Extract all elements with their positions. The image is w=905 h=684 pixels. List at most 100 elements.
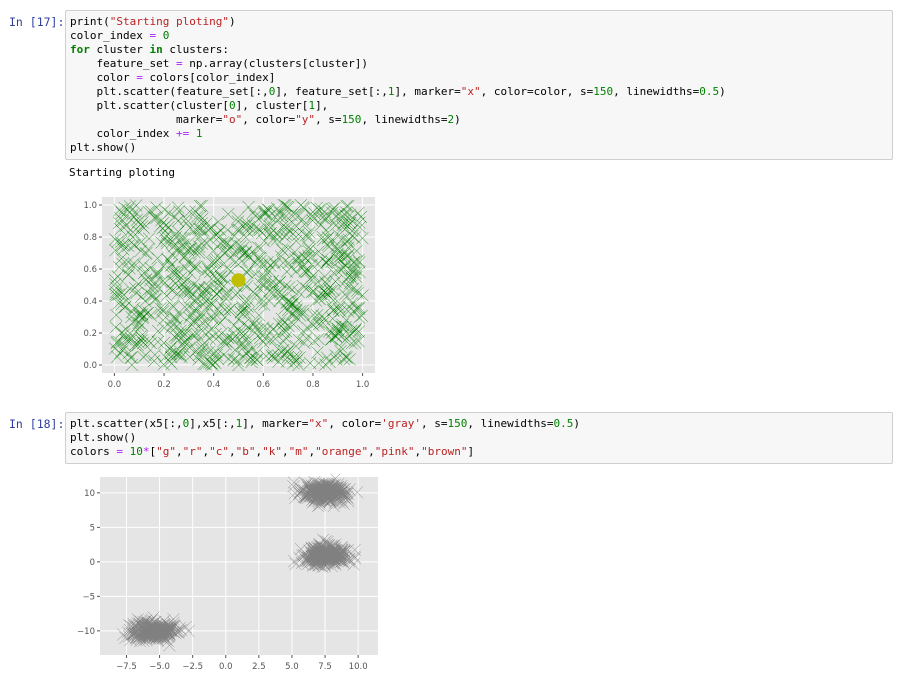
x-tick-label: 0.6 (257, 380, 271, 390)
code-token: colors (70, 445, 117, 458)
code-token: 1 (387, 85, 395, 98)
y-tick-label: 0.0 (83, 361, 97, 371)
code-token: print( (70, 15, 110, 28)
code-token: 10 (129, 445, 143, 458)
y-tick-label: 10 (84, 489, 95, 499)
code-line: color_index += 1 (70, 127, 726, 141)
code-token: plt.scatter(cluster[ (70, 99, 229, 112)
code-token: 0.5 (553, 417, 574, 430)
code-token: clusters: (162, 43, 229, 56)
y-tick-label: 0.4 (83, 297, 97, 307)
x-tick-label: −5.0 (149, 662, 170, 672)
cell-17-stdout: Starting ploting (69, 166, 175, 179)
y-tick-label: 0 (90, 558, 95, 568)
code-token: "pink" (374, 445, 415, 458)
code-token: 150 (341, 113, 362, 126)
code-token: += (175, 127, 190, 140)
code-token: , linewidths= (467, 417, 554, 430)
code-token: ) (228, 15, 236, 28)
code-token: color_index (70, 127, 176, 140)
code-token: 0 (228, 99, 236, 112)
x-tick-label: 2.5 (252, 662, 266, 672)
code-line: for cluster in clusters: (70, 43, 726, 57)
code-token: , (175, 445, 183, 458)
code-line: marker="o", color="y", s=150, linewidths… (70, 113, 726, 127)
code-token: ] (467, 445, 475, 458)
code-token: "o" (222, 113, 243, 126)
code-token: plt.show() (70, 141, 137, 154)
code-token: ], marker= (394, 85, 461, 98)
code-token: "g" (156, 445, 176, 458)
x-tick-label: 0.0 (219, 662, 233, 672)
y-tick-label: 0.2 (83, 329, 97, 339)
code-token: color_index (70, 29, 150, 42)
code-token: , color= (242, 113, 296, 126)
code-token: , s= (315, 113, 342, 126)
code-line: feature_set = np.array(clusters[cluster]… (70, 57, 726, 71)
code-token: = (116, 445, 123, 458)
cell-17-code-lines: print("Starting ploting") color_index = 0… (70, 15, 726, 155)
y-tick-label: 0.8 (83, 233, 97, 243)
code-token: "x" (460, 85, 481, 98)
x-tick-label: 10.0 (349, 662, 368, 672)
code-token: "x" (308, 417, 329, 430)
code-token: for (70, 43, 90, 56)
code-token: , color=color, s= (480, 85, 594, 98)
code-line: plt.scatter(feature_set[:,0], feature_se… (70, 85, 726, 99)
code-token: ], marker= (242, 417, 309, 430)
code-token: ], feature_set[:, (275, 85, 388, 98)
cell-18-code-lines: plt.scatter(x5[:,0],x5[:,1], marker="x",… (70, 417, 580, 459)
y-tick-label: −10 (77, 627, 95, 637)
code-token: 0.5 (699, 85, 720, 98)
clusters-scatter-chart: −7.5 −5.0 −2.5 0.0 2.5 5.0 7.5 10.0 −10 −5 0 5 10 (77, 474, 378, 672)
code-token: "c" (209, 445, 229, 458)
cell-17-code-editor[interactable]: print("Starting ploting") color_index = 0… (65, 10, 893, 160)
y-tick-label: −5 (82, 592, 95, 602)
x-tick-label: 0.0 (108, 380, 122, 390)
code-token: = (136, 71, 143, 84)
code-token: ],x5[:, (189, 417, 236, 430)
uniform-scatter-chart: 0.0 0.2 0.4 0.6 0.8 1.0 0.0 0.2 0.4 0.6 0.8 1.0 (83, 197, 375, 390)
code-token: "Starting ploting" (109, 15, 229, 28)
code-token: np.array(clusters[cluster]) (182, 57, 369, 70)
centroid-point (231, 273, 246, 288)
code-token: ], cluster[ (235, 99, 309, 112)
x-tick-label: 7.5 (318, 662, 332, 672)
code-token: 0 (162, 29, 170, 42)
x-tick-label: 1.0 (356, 380, 370, 390)
code-token: "r" (182, 445, 203, 458)
x-tick-label: −7.5 (116, 662, 137, 672)
code-token: plt.scatter(x5[:, (70, 417, 183, 430)
x-tick-label: 0.8 (306, 380, 320, 390)
code-token: 150 (447, 417, 468, 430)
code-token: , color= (328, 417, 382, 430)
y-tick-label: 1.0 (83, 201, 97, 211)
code-token: color (70, 71, 137, 84)
code-token: ) (573, 417, 581, 430)
code-token: , (228, 445, 236, 458)
x-tick-label: 0.4 (207, 380, 221, 390)
code-line: plt.scatter(x5[:,0],x5[:,1], marker="x",… (70, 417, 580, 431)
x-tick-label: −2.5 (182, 662, 203, 672)
code-line: print("Starting ploting") (70, 15, 726, 29)
code-token: , linewidths= (361, 113, 448, 126)
code-token: "m" (288, 445, 309, 458)
code-token: plt.show() (70, 431, 137, 444)
code-line: color_index = 0 (70, 29, 726, 43)
code-token: ) (454, 113, 461, 126)
y-tick-label: 5 (90, 523, 95, 533)
code-token: , (368, 445, 375, 458)
code-token: ) (719, 85, 726, 98)
code-token: 1 (195, 127, 203, 140)
y-tick-label: 0.6 (83, 265, 97, 275)
code-token: 150 (593, 85, 614, 98)
code-token: = (175, 57, 183, 70)
cell-17-prompt: In [17]: (9, 15, 65, 29)
code-line: plt.show() (70, 431, 580, 445)
code-token: "y" (295, 113, 316, 126)
cell-18-code-editor[interactable]: plt.scatter(x5[:,0],x5[:,1], marker="x",… (65, 412, 893, 464)
code-line: plt.scatter(cluster[0], cluster[1], (70, 99, 726, 113)
